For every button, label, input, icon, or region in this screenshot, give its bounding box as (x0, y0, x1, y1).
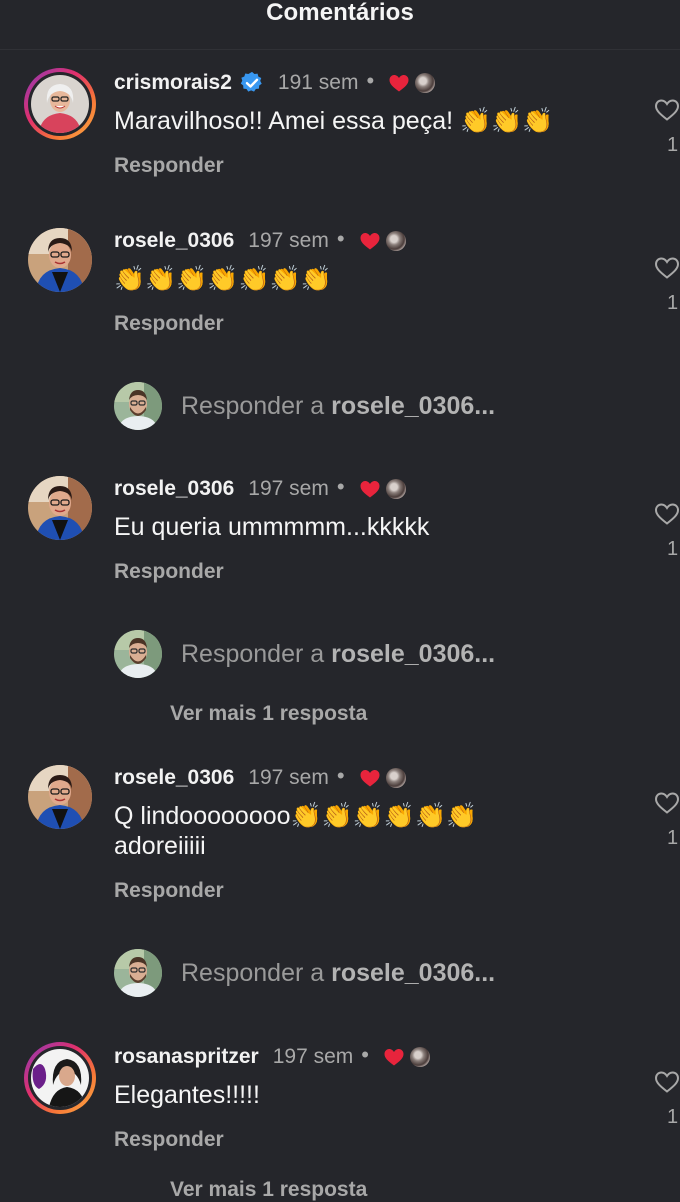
comment-meta: rosele_0306 197 sem • (114, 474, 406, 504)
reply-input[interactable]: Responder a rosele_0306... (114, 949, 634, 997)
rosele-avatar-image (28, 476, 92, 540)
comment-meta: rosele_0306 197 sem • (114, 226, 406, 256)
author-liked-heart-icon (359, 231, 381, 251)
heart-outline-icon (654, 502, 680, 526)
separator-dot: • (336, 226, 345, 251)
view-more-replies-button[interactable]: Ver mais 1 resposta (170, 1178, 367, 1202)
like-button[interactable]: 1 (654, 98, 680, 156)
author-liked-heart-icon (359, 479, 381, 499)
reply-placeholder: Responder a rosele_0306... (181, 640, 496, 668)
timestamp: 197 sem (272, 1045, 354, 1068)
timestamp: 197 sem (248, 477, 329, 500)
reply-placeholder: Responder a rosele_0306... (181, 959, 496, 987)
reply-button[interactable]: Responder (114, 312, 224, 336)
reply-button[interactable]: Responder (114, 154, 224, 178)
current-user-avatar (114, 382, 162, 430)
reply-input[interactable]: Responder a rosele_0306... (114, 630, 634, 678)
separator-dot: • (336, 474, 345, 499)
author-avatar-mini (385, 768, 406, 788)
author-liked-heart-icon (359, 768, 381, 788)
separator-dot: • (366, 68, 375, 93)
comment-text: Eu queria ummmmm...kkkkk (114, 513, 430, 541)
like-count: 1 (667, 134, 679, 156)
rosanaspritzer-avatar-image (31, 1049, 89, 1107)
comments-header: Comentários (0, 0, 680, 50)
username[interactable]: rosele_0306 (114, 766, 234, 790)
author-avatar-mini (415, 73, 436, 93)
avatar[interactable] (28, 765, 92, 829)
avatar[interactable] (28, 476, 92, 540)
timestamp: 197 sem (248, 766, 329, 789)
author-avatar-mini (409, 1047, 430, 1067)
author-avatar-mini (385, 231, 406, 251)
verified-badge-icon (240, 71, 264, 95)
comment-meta: rosanaspritzer 197 sem • (114, 1042, 430, 1072)
page-title: Comentários (266, 0, 414, 26)
reply-input[interactable]: Responder a rosele_0306... (114, 382, 634, 430)
reply-button[interactable]: Responder (114, 560, 224, 584)
avatar[interactable] (28, 228, 92, 292)
like-button[interactable]: 1 (654, 502, 680, 560)
timestamp: 191 sem (277, 71, 359, 94)
heart-outline-icon (654, 256, 680, 280)
author-avatar-mini (385, 479, 406, 499)
reply-button[interactable]: Responder (114, 1128, 224, 1152)
comment-text: 👏👏👏👏👏👏👏 (114, 265, 332, 293)
reply-placeholder: Responder a rosele_0306... (181, 392, 496, 420)
username[interactable]: crismorais2 (114, 71, 232, 95)
author-liked-heart-icon (388, 73, 410, 93)
separator-dot: • (336, 763, 345, 788)
current-user-avatar (114, 949, 162, 997)
comment-text: Elegantes!!!!! (114, 1081, 260, 1109)
rosele-avatar-image (28, 228, 92, 292)
comment-meta: crismorais2 191 sem • (114, 68, 436, 98)
heart-outline-icon (654, 1070, 680, 1094)
author-liked-heart-icon (383, 1047, 405, 1067)
heart-outline-icon (654, 791, 680, 815)
separator-dot: • (361, 1042, 369, 1067)
reply-button[interactable]: Responder (114, 879, 224, 903)
avatar[interactable] (24, 68, 96, 140)
username[interactable]: rosele_0306 (114, 229, 234, 253)
current-user-avatar (114, 630, 162, 678)
like-button[interactable]: 1 (654, 256, 680, 314)
like-button[interactable]: 1 (654, 791, 680, 849)
comment-text: Q lindoooooooo👏👏👏👏👏👏 adoreiiiii (114, 802, 478, 860)
rosele-avatar-image (28, 765, 92, 829)
like-count: 1 (667, 292, 679, 314)
username[interactable]: rosele_0306 (114, 477, 234, 501)
avatar[interactable] (24, 1042, 96, 1114)
username[interactable]: rosanaspritzer (114, 1045, 259, 1069)
crismorais2-avatar-image (31, 75, 89, 133)
like-count: 1 (667, 827, 679, 849)
like-button[interactable]: 1 (654, 1070, 680, 1128)
view-more-replies-button[interactable]: Ver mais 1 resposta (170, 702, 367, 726)
like-count: 1 (667, 1106, 679, 1128)
comment-text: Maravilhoso!! Amei essa peça! 👏👏👏 (114, 107, 554, 135)
like-count: 1 (667, 538, 679, 560)
comment-meta: rosele_0306 197 sem • (114, 763, 406, 793)
timestamp: 197 sem (248, 229, 329, 252)
heart-outline-icon (654, 98, 680, 122)
